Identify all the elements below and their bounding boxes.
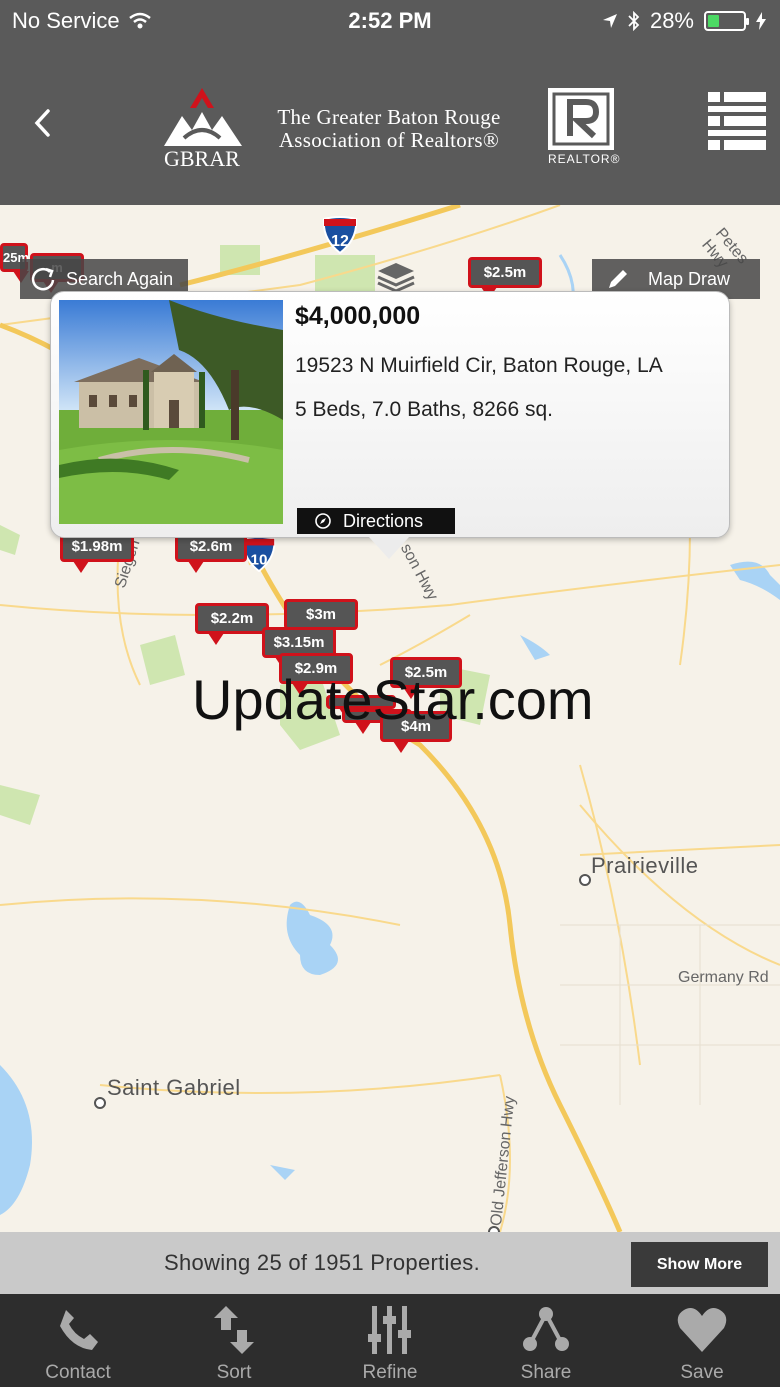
tab-contact[interactable]: Contact (0, 1294, 156, 1387)
interstate-12-shield-icon: 12 (322, 216, 358, 255)
gbrar-logo-text: The Greater Baton Rouge Association of R… (254, 106, 524, 152)
status-right: 28% (602, 8, 766, 34)
logo-line-1: The Greater Baton Rouge (277, 105, 501, 129)
property-address: 19523 N Muirfield Cir, Baton Rouge, LA (295, 354, 663, 377)
compass-icon (315, 513, 331, 529)
tab-sort[interactable]: Sort (156, 1294, 312, 1387)
svg-text:10: 10 (251, 551, 268, 568)
tab-share[interactable]: Share (468, 1294, 624, 1387)
sliders-icon (368, 1306, 411, 1354)
property-photo[interactable] (59, 300, 283, 524)
property-popup[interactable]: $4,000,000 19523 N Muirfield Cir, Baton … (50, 291, 730, 559)
search-again-label: Search Again (66, 268, 174, 289)
charging-icon (756, 12, 766, 30)
bluetooth-icon (628, 11, 640, 31)
tab-refine-label: Refine (362, 1362, 418, 1383)
tab-save[interactable]: Save (624, 1294, 780, 1387)
battery-icon (704, 11, 749, 31)
refresh-icon (31, 267, 55, 291)
realtor-label: REALTOR® (548, 152, 621, 166)
list-view-button[interactable] (706, 90, 768, 152)
tab-bar: Contact Sort Refine Share Save (0, 1294, 780, 1387)
place-label-prairieville: Prairieville (591, 853, 699, 878)
directions-button[interactable]: Directions (297, 508, 455, 534)
map-draw-label: Map Draw (648, 268, 731, 289)
place-label-saint-gabriel: Saint Gabriel (107, 1075, 241, 1100)
realtor-logo-icon (548, 88, 614, 150)
show-more-button[interactable]: Show More (631, 1242, 768, 1287)
svg-text:GBRAR: GBRAR (164, 146, 240, 171)
tab-save-label: Save (680, 1362, 724, 1383)
list-icon (708, 92, 766, 150)
logo-line-2: Association of Realtors® (278, 128, 500, 152)
results-count: Showing 25 of 1951 Properties. (164, 1250, 480, 1275)
chevron-left-icon (34, 109, 50, 137)
phone-icon (60, 1310, 98, 1350)
tab-share-label: Share (520, 1362, 572, 1383)
svg-text:12: 12 (331, 233, 349, 250)
road-label-germany-rd: Germany Rd (678, 969, 769, 986)
gbrar-logo-mark: GBRAR (164, 88, 242, 171)
price-pin[interactable]: $2.2m (195, 603, 269, 645)
price-pin[interactable]: $2.5m (468, 257, 542, 299)
tab-refine[interactable]: Refine (312, 1294, 468, 1387)
battery-percent: 28% (649, 8, 694, 33)
back-button[interactable] (22, 98, 62, 148)
results-bar: Showing 25 of 1951 Properties. Show More (0, 1232, 780, 1294)
tab-contact-label: Contact (45, 1362, 111, 1383)
price-pin[interactable]: $3m (284, 599, 358, 641)
pencil-icon (609, 270, 627, 288)
directions-label: Directions (343, 510, 424, 531)
map-view[interactable]: 12 10 Prairieville Saint Gabriel Germany… (0, 205, 780, 1232)
watermark-text: UpdateStar.com (192, 668, 594, 731)
share-icon (523, 1307, 569, 1351)
realtor-badge: REALTOR® (548, 88, 621, 166)
map-layers-icon[interactable] (376, 261, 416, 293)
gbrar-logo: GBRAR The Greater Baton Rouge Associatio… (162, 86, 522, 176)
sort-icon (214, 1306, 254, 1354)
tab-sort-label: Sort (216, 1362, 252, 1383)
location-arrow-icon (602, 14, 617, 28)
status-bar: No Service 2:52 PM 28% (0, 0, 780, 40)
property-details: 5 Beds, 7.0 Baths, 8266 sq. (295, 398, 554, 421)
property-price: $4,000,000 (295, 302, 421, 330)
app-header: GBRAR The Greater Baton Rouge Associatio… (0, 40, 780, 205)
heart-icon (677, 1308, 727, 1352)
